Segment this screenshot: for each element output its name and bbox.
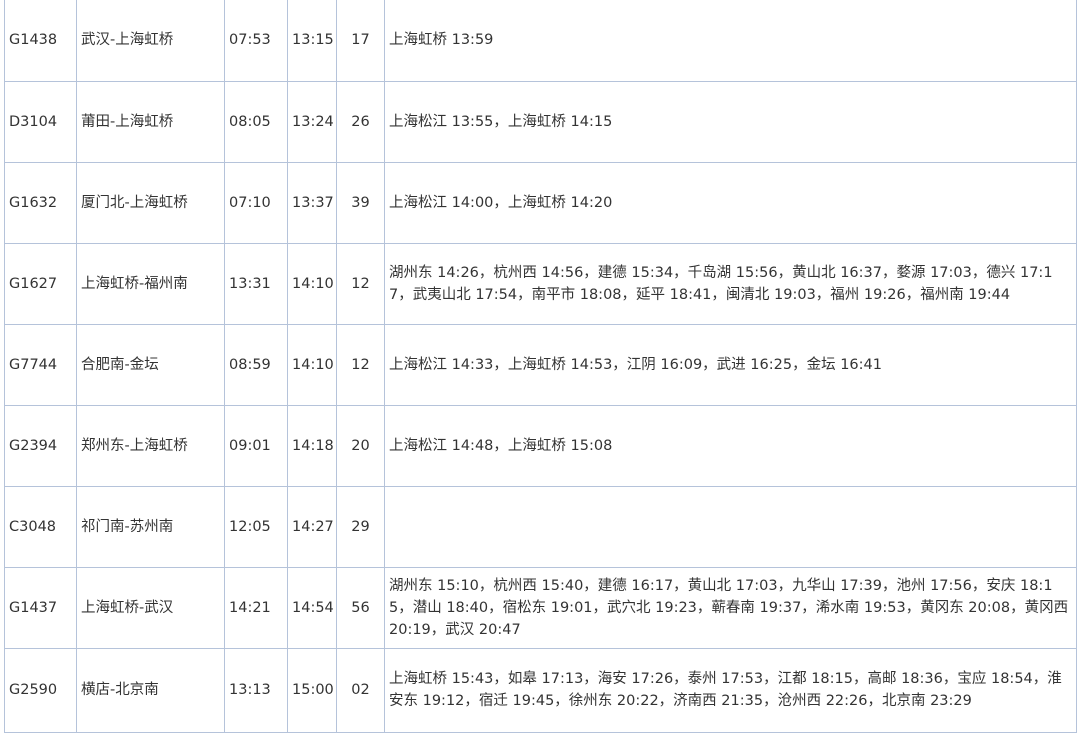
- stop-minute: 20: [336, 404, 385, 487]
- origin-depart-time: 07:10: [224, 161, 288, 244]
- arrival-time: 13:24: [287, 80, 337, 163]
- train-number: G2394: [4, 404, 77, 487]
- schedule-table: G1438 武汉-上海虹桥 07:53 13:15 17 上海虹桥 13:59 …: [4, 0, 1077, 733]
- table-row: G2590 横店-北京南 13:13 15:00 02 上海虹桥 15:43，如…: [4, 647, 1077, 733]
- table-row: G1627 上海虹桥-福州南 13:31 14:10 12 湖州东 14:26，…: [4, 242, 1077, 325]
- arrival-time: 13:15: [287, 0, 337, 82]
- subsequent-stops: 上海松江 14:00，上海虹桥 14:20: [384, 161, 1077, 244]
- stop-minute: 39: [336, 161, 385, 244]
- table-row: G1438 武汉-上海虹桥 07:53 13:15 17 上海虹桥 13:59: [4, 0, 1077, 82]
- arrival-time: 14:18: [287, 404, 337, 487]
- stop-minute: 12: [336, 323, 385, 406]
- train-number: G1627: [4, 242, 77, 325]
- stop-minute: 56: [336, 566, 385, 649]
- stop-minute: 02: [336, 647, 385, 733]
- origin-depart-time: 08:59: [224, 323, 288, 406]
- train-number: G1437: [4, 566, 77, 649]
- origin-depart-time: 13:31: [224, 242, 288, 325]
- subsequent-stops: 湖州东 15:10，杭州西 15:40，建德 16:17，黄山北 17:03，九…: [384, 566, 1077, 649]
- train-number: C3048: [4, 485, 77, 568]
- subsequent-stops: 上海松江 13:55，上海虹桥 14:15: [384, 80, 1077, 163]
- train-number: G1632: [4, 161, 77, 244]
- route: 武汉-上海虹桥: [76, 0, 225, 82]
- table-row: G1632 厦门北-上海虹桥 07:10 13:37 39 上海松江 14:00…: [4, 161, 1077, 244]
- table-row: D3104 莆田-上海虹桥 08:05 13:24 26 上海松江 13:55，…: [4, 80, 1077, 163]
- route: 莆田-上海虹桥: [76, 80, 225, 163]
- arrival-time: 14:10: [287, 323, 337, 406]
- subsequent-stops: 上海松江 14:33，上海虹桥 14:53，江阴 16:09，武进 16:25，…: [384, 323, 1077, 406]
- origin-depart-time: 12:05: [224, 485, 288, 568]
- origin-depart-time: 08:05: [224, 80, 288, 163]
- route: 上海虹桥-福州南: [76, 242, 225, 325]
- route: 祁门南-苏州南: [76, 485, 225, 568]
- origin-depart-time: 14:21: [224, 566, 288, 649]
- arrival-time: 15:00: [287, 647, 337, 733]
- table-row: G7744 合肥南-金坛 08:59 14:10 12 上海松江 14:33，上…: [4, 323, 1077, 406]
- route: 上海虹桥-武汉: [76, 566, 225, 649]
- train-number: D3104: [4, 80, 77, 163]
- table-row: G2394 郑州东-上海虹桥 09:01 14:18 20 上海松江 14:48…: [4, 404, 1077, 487]
- arrival-time: 13:37: [287, 161, 337, 244]
- table-row: C3048 祁门南-苏州南 12:05 14:27 29: [4, 485, 1077, 568]
- arrival-time: 14:54: [287, 566, 337, 649]
- table-row: G1437 上海虹桥-武汉 14:21 14:54 56 湖州东 15:10，杭…: [4, 566, 1077, 649]
- subsequent-stops: 上海虹桥 15:43，如皋 17:13，海安 17:26，泰州 17:53，江都…: [384, 647, 1077, 733]
- subsequent-stops: 上海松江 14:48，上海虹桥 15:08: [384, 404, 1077, 487]
- subsequent-stops: 湖州东 14:26，杭州西 14:56，建德 15:34，千岛湖 15:56，黄…: [384, 242, 1077, 325]
- subsequent-stops: 上海虹桥 13:59: [384, 0, 1077, 82]
- origin-depart-time: 09:01: [224, 404, 288, 487]
- train-number: G7744: [4, 323, 77, 406]
- train-number: G1438: [4, 0, 77, 82]
- origin-depart-time: 07:53: [224, 0, 288, 82]
- stop-minute: 26: [336, 80, 385, 163]
- route: 郑州东-上海虹桥: [76, 404, 225, 487]
- route: 厦门北-上海虹桥: [76, 161, 225, 244]
- route: 横店-北京南: [76, 647, 225, 733]
- train-schedule-table: G1438 武汉-上海虹桥 07:53 13:15 17 上海虹桥 13:59 …: [4, 0, 1077, 733]
- stop-minute: 17: [336, 0, 385, 82]
- origin-depart-time: 13:13: [224, 647, 288, 733]
- stop-minute: 29: [336, 485, 385, 568]
- arrival-time: 14:27: [287, 485, 337, 568]
- route: 合肥南-金坛: [76, 323, 225, 406]
- subsequent-stops: [384, 485, 1077, 568]
- arrival-time: 14:10: [287, 242, 337, 325]
- stop-minute: 12: [336, 242, 385, 325]
- train-number: G2590: [4, 647, 77, 733]
